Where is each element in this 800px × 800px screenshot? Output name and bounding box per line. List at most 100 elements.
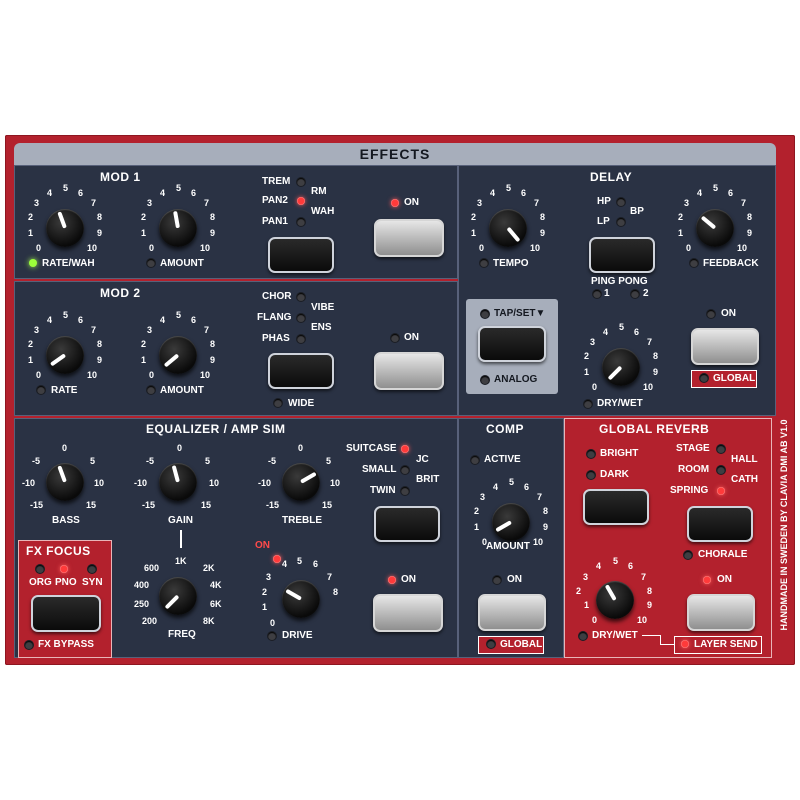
- delay-on-button[interactable]: [691, 328, 759, 365]
- mod1-type-button[interactable]: [268, 237, 334, 273]
- reverb-type-spring: SPRING: [670, 485, 709, 496]
- eq-freq-scale-2k: 2K: [203, 563, 215, 573]
- eq-led-suitcase: [401, 445, 409, 453]
- eq-freq-scale-4k: 4K: [210, 580, 222, 590]
- reverb-drywet-led: [579, 632, 587, 640]
- mod1-led-pan1: [297, 218, 305, 226]
- mod1-rate-scale-1: 1: [28, 228, 34, 238]
- mod1-rate-scale-8: 8: [97, 212, 103, 222]
- delay-feedback-knob[interactable]: [696, 209, 734, 247]
- delay-ping-pong-1-led: [593, 290, 601, 298]
- comp-on-label: ON: [507, 574, 522, 585]
- eq-amp-small: SMALL: [362, 464, 397, 475]
- delay-filter-hp: HP: [597, 196, 611, 207]
- delay-tempo-knob[interactable]: [489, 209, 527, 247]
- mod1-amount-scale-0: 0: [149, 243, 155, 253]
- eq-freq-scale-1k: 1K: [175, 556, 187, 566]
- mod1-rate-scale-7: 7: [91, 198, 97, 208]
- mod2-amount-knob[interactable]: [159, 336, 197, 374]
- eq-freq-scale-250: 250: [134, 599, 150, 609]
- comp-scale-3: 3: [480, 492, 486, 502]
- mod2-title: MOD 2: [100, 286, 141, 300]
- delay-tempo-scale-10: 10: [530, 243, 541, 253]
- mod2-led-phas: [297, 335, 305, 343]
- mod1-on-label: ON: [404, 197, 419, 208]
- delay-feedback-scale-6: 6: [728, 188, 734, 198]
- mod2-rate-scale-4: 4: [47, 315, 53, 325]
- mod1-amount-scale-8: 8: [210, 212, 216, 222]
- eq-drive-label: DRIVE: [282, 630, 313, 641]
- mod1-rate-scale-6: 6: [78, 188, 84, 198]
- fx-focus-org: ORG: [29, 577, 52, 588]
- delay-filter-bp: BP: [630, 206, 644, 217]
- mod2-on-led: [391, 334, 399, 342]
- delay-drywet-led: [584, 400, 592, 408]
- delay-led-lp: [617, 218, 625, 226]
- reverb-bright-label: BRIGHT: [600, 448, 639, 459]
- delay-tempo-scale-5: 5: [506, 183, 512, 193]
- reverb-tone-button[interactable]: [583, 489, 649, 525]
- mod1-on-button[interactable]: [374, 219, 444, 257]
- delay-tap-button[interactable]: [478, 326, 546, 362]
- reverb-type-button[interactable]: [687, 506, 753, 542]
- fx-bypass-led: [25, 641, 33, 649]
- mod2-type-vibe: VIBE: [311, 302, 335, 313]
- fx-focus-button[interactable]: [31, 595, 101, 632]
- mod1-rate-scale-4: 4: [47, 188, 53, 198]
- mod1-rate-led: [29, 259, 37, 267]
- reverb-led-room: [717, 466, 725, 474]
- mod1-amount-knob[interactable]: [159, 209, 197, 247]
- mod2-rate-knob[interactable]: [46, 336, 84, 374]
- comp-amount-knob[interactable]: [492, 503, 530, 541]
- delay-ping-pong-1: 1: [604, 288, 610, 299]
- delay-tempo-led: [480, 259, 488, 267]
- eq-led-small: [401, 466, 409, 474]
- eq-drive-knob[interactable]: [282, 580, 320, 618]
- reverb-title: GLOBAL REVERB: [599, 422, 710, 436]
- delay-led-hp: [617, 198, 625, 206]
- eq-bass-knob[interactable]: [46, 463, 84, 501]
- delay-drywet-label: DRY/WET: [597, 398, 643, 409]
- mod2-type-button[interactable]: [268, 353, 334, 389]
- reverb-drywet-knob[interactable]: [596, 581, 634, 619]
- mod2-on-button[interactable]: [374, 352, 444, 390]
- mod1-rate-scale-3: 3: [34, 198, 40, 208]
- eq-drive-scale-7: 7: [327, 572, 333, 582]
- eq-amp-button[interactable]: [374, 506, 440, 542]
- reverb-layer-send-led: [681, 640, 689, 648]
- reverb-layer-send-connector-h: [660, 644, 674, 645]
- delay-drywet-knob[interactable]: [602, 348, 640, 386]
- delay-tempo-scale-9: 9: [540, 228, 546, 238]
- reverb-on-button[interactable]: [687, 594, 755, 631]
- mod1-led-pan2: [297, 197, 305, 205]
- fx-focus-org-led: [36, 565, 44, 573]
- reverb-dark-led: [587, 471, 595, 479]
- eq-treble-knob[interactable]: [282, 463, 320, 501]
- eq-gain-knob[interactable]: [159, 463, 197, 501]
- eq-amp-suitcase: SUITCASE: [346, 443, 397, 454]
- reverb-scale-2: 2: [576, 586, 582, 596]
- delay-on-label: ON: [721, 308, 736, 319]
- eq-on-button[interactable]: [373, 594, 443, 632]
- reverb-layer-send-connector-v: [660, 635, 661, 644]
- delay-tempo-scale-4: 4: [490, 188, 496, 198]
- comp-on-button[interactable]: [478, 594, 546, 631]
- reverb-type-room: ROOM: [678, 464, 710, 475]
- comp-active-led: [471, 456, 479, 464]
- delay-feedback-label: FEEDBACK: [703, 258, 759, 269]
- mod1-rate-label: RATE/WAH: [42, 258, 95, 269]
- delay-tempo-scale-8: 8: [540, 212, 546, 222]
- mod2-amount-scale-9: 9: [210, 355, 216, 365]
- delay-title: DELAY: [590, 170, 633, 184]
- eq-freq-scale-6k: 6K: [210, 599, 222, 609]
- mod1-type-pan2: PAN2: [262, 195, 288, 206]
- delay-feedback-scale-2: 2: [678, 212, 684, 222]
- mod1-rate-knob[interactable]: [46, 209, 84, 247]
- eq-gain-scale-10: 10: [209, 478, 220, 488]
- eq-freq-knob[interactable]: [159, 577, 197, 615]
- delay-filter-lp: LP: [597, 216, 610, 227]
- reverb-layer-send-connector: [642, 635, 660, 636]
- delay-filter-button[interactable]: [589, 237, 655, 273]
- mod1-type-wah: WAH: [311, 206, 335, 217]
- eq-gain-label: GAIN: [168, 515, 193, 526]
